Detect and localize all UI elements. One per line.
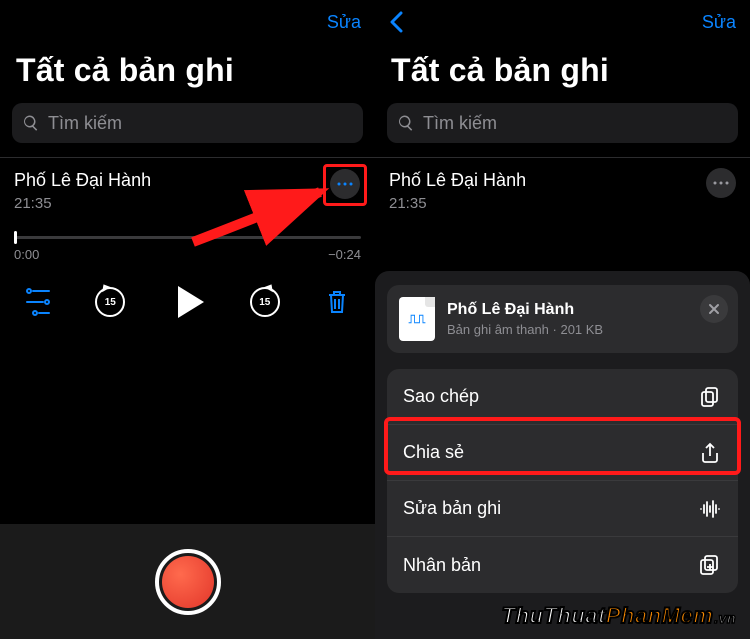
search-placeholder: Tìm kiếm <box>423 113 497 134</box>
track <box>14 236 361 239</box>
recording-timestamp: 21:35 <box>389 195 526 212</box>
ellipsis-icon <box>712 180 730 186</box>
delete-button[interactable] <box>317 282 357 322</box>
time-remaining: −0:24 <box>328 247 361 262</box>
recording-name: Phố Lê Đại Hành <box>389 170 526 191</box>
options-button[interactable] <box>18 282 58 322</box>
skip-back-icon: 15 <box>95 287 125 317</box>
sheet-menu: Sao chép Chia sẻ Sửa bản ghi Nhân bản <box>387 369 738 593</box>
menu-label: Sửa bản ghi <box>403 498 501 519</box>
more-button[interactable] <box>330 169 360 199</box>
skip-back-button[interactable]: 15 <box>90 282 130 322</box>
sheet-header: ⎍⎍ Phố Lê Đại Hành Bản ghi âm thanh · 20… <box>387 285 738 353</box>
close-sheet-button[interactable] <box>700 295 728 323</box>
page-title: Tất cả bản ghi <box>0 44 375 103</box>
more-button[interactable] <box>706 168 736 198</box>
search-icon <box>22 114 40 132</box>
chevron-left-icon <box>389 11 403 33</box>
recording-item[interactable]: Phố Lê Đại Hành 21:35 <box>0 158 375 212</box>
recording-name: Phố Lê Đại Hành <box>14 170 151 191</box>
record-button[interactable] <box>155 549 221 615</box>
close-icon <box>708 303 720 315</box>
time-elapsed: 0:00 <box>14 247 39 262</box>
nav-bar: Sửa <box>375 0 750 44</box>
ellipsis-icon <box>336 181 354 187</box>
time-labels: 0:00 −0:24 <box>14 247 361 262</box>
menu-label: Nhân bản <box>403 555 481 576</box>
sheet-file-subtitle: Bản ghi âm thanh · 201 KB <box>447 322 603 337</box>
skip-forward-button[interactable]: 15 <box>245 282 285 322</box>
back-button[interactable] <box>389 11 413 33</box>
search-icon <box>397 114 415 132</box>
nav-bar: Sửa <box>0 0 375 44</box>
page-title: Tất cả bản ghi <box>375 44 750 103</box>
sliders-icon <box>26 288 50 316</box>
search-input[interactable]: Tìm kiếm <box>387 103 738 143</box>
audio-file-icon: ⎍⎍ <box>399 297 435 341</box>
record-icon <box>162 556 214 608</box>
edit-button[interactable]: Sửa <box>327 12 361 33</box>
play-icon <box>178 286 204 318</box>
skip-forward-icon: 15 <box>250 287 280 317</box>
record-area <box>0 524 375 639</box>
waveform-icon <box>698 497 722 521</box>
highlight-more <box>323 164 367 206</box>
highlight-share <box>384 417 741 475</box>
trash-icon <box>325 288 349 316</box>
recording-timestamp: 21:35 <box>14 195 151 212</box>
menu-label: Sao chép <box>403 386 479 407</box>
watermark: ThuThuatPhanMem.vn <box>502 603 736 629</box>
sheet-file-name: Phố Lê Đại Hành <box>447 301 603 319</box>
action-sheet: ⎍⎍ Phố Lê Đại Hành Bản ghi âm thanh · 20… <box>375 271 750 639</box>
duplicate-icon <box>698 553 722 577</box>
menu-item-edit[interactable]: Sửa bản ghi <box>387 481 738 537</box>
playhead[interactable] <box>14 231 17 244</box>
copy-icon <box>698 385 722 409</box>
screen-left: Sửa Tất cả bản ghi Tìm kiếm Phố Lê Đại H… <box>0 0 375 639</box>
recording-item[interactable]: Phố Lê Đại Hành 21:35 <box>375 158 750 212</box>
play-button[interactable] <box>163 282 213 322</box>
search-input[interactable]: Tìm kiếm <box>12 103 363 143</box>
edit-button[interactable]: Sửa <box>702 12 736 33</box>
menu-item-duplicate[interactable]: Nhân bản <box>387 537 738 593</box>
search-placeholder: Tìm kiếm <box>48 113 122 134</box>
playback-timeline[interactable]: 0:00 −0:24 <box>14 236 361 262</box>
screen-right: Sửa Tất cả bản ghi Tìm kiếm Phố Lê Đại H… <box>375 0 750 639</box>
playback-controls: 15 15 <box>0 262 375 322</box>
